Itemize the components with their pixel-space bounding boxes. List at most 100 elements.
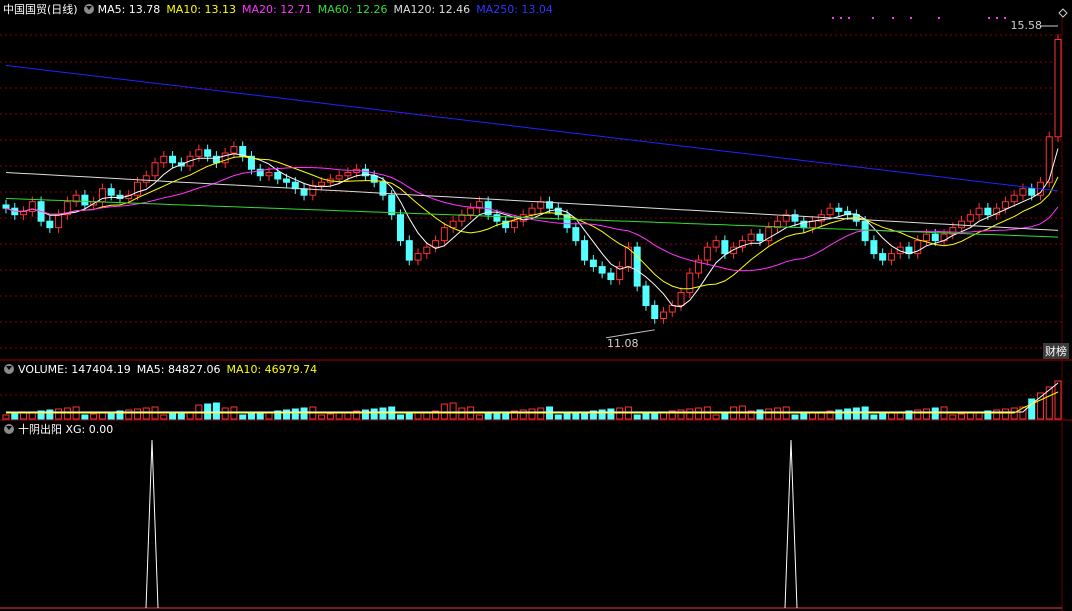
volume-bar-up bbox=[20, 412, 28, 420]
candle-up bbox=[1054, 38, 1062, 138]
volume-bar-down bbox=[493, 412, 501, 420]
candle-up bbox=[414, 253, 422, 261]
indicator-label: 十阴出阳 XG: 0.00 bbox=[18, 423, 114, 436]
candle-down bbox=[107, 188, 115, 196]
volume-bar-down bbox=[256, 412, 264, 420]
volume-bar-up bbox=[98, 412, 106, 420]
marker-dot bbox=[910, 17, 912, 19]
marker-dot bbox=[938, 17, 940, 19]
xg-signal-spike bbox=[784, 439, 798, 609]
low-price-label: 11.08 bbox=[607, 337, 639, 350]
candle-up bbox=[975, 207, 983, 216]
candle-up bbox=[966, 214, 974, 222]
candle-up bbox=[826, 207, 834, 216]
candle-down bbox=[397, 214, 404, 242]
volume-label: VOLUME: 147404.19 bbox=[18, 362, 131, 376]
volume-ma10-label: MA10: 46979.74 bbox=[226, 362, 318, 376]
volume-ma5-label: MA5: 84827.06 bbox=[136, 362, 221, 376]
volume-bar-down bbox=[291, 408, 299, 420]
candle-up bbox=[1001, 201, 1009, 209]
volume-bar-up bbox=[914, 409, 922, 420]
volume-bar-down bbox=[11, 413, 19, 420]
volume-bar-up bbox=[686, 408, 694, 420]
candle-down bbox=[300, 188, 308, 196]
volume-bar-down bbox=[397, 414, 404, 420]
volume-bar-down bbox=[572, 412, 580, 420]
volume-bar-down bbox=[844, 408, 852, 420]
candle-up bbox=[423, 246, 431, 255]
volume-bar-down bbox=[177, 412, 185, 420]
candle-up bbox=[809, 220, 817, 229]
candle-down bbox=[405, 240, 413, 261]
volume-bar-down bbox=[247, 413, 255, 420]
volume-bar-up bbox=[1054, 380, 1062, 420]
volume-bar-up bbox=[677, 409, 685, 420]
candle-down bbox=[46, 220, 54, 229]
candle-down bbox=[642, 285, 650, 307]
candle-up bbox=[160, 155, 168, 164]
candle-down bbox=[756, 233, 764, 242]
candle-up bbox=[432, 240, 440, 248]
candle-down bbox=[879, 253, 887, 261]
candle-up bbox=[55, 214, 63, 229]
volume-bar-up bbox=[326, 413, 334, 420]
volume-bar-up bbox=[160, 414, 168, 420]
indicator-dropdown-icon[interactable] bbox=[4, 424, 14, 434]
candle-down bbox=[493, 214, 501, 222]
volume-dropdown-icon[interactable] bbox=[4, 364, 14, 374]
candle-up bbox=[703, 246, 711, 261]
volume-bar-up bbox=[414, 412, 422, 420]
candle-down bbox=[589, 259, 597, 268]
candle-up bbox=[686, 272, 694, 294]
volume-bar-down bbox=[642, 413, 650, 420]
candle-up bbox=[20, 210, 28, 216]
candle-down bbox=[931, 233, 939, 242]
candle-up bbox=[677, 292, 685, 307]
volume-bar-down bbox=[651, 412, 659, 420]
settings-dropdown-icon[interactable] bbox=[83, 4, 94, 14]
volume-bar-down bbox=[598, 409, 606, 420]
candle-down bbox=[721, 240, 729, 255]
volume-bar-up bbox=[90, 413, 98, 420]
candle-up bbox=[923, 233, 930, 242]
volume-bar-up bbox=[318, 414, 326, 420]
volume-bar-down bbox=[169, 413, 177, 420]
volume-bar-down bbox=[563, 413, 571, 420]
volume-bar-up bbox=[125, 409, 133, 420]
candle-down bbox=[835, 207, 843, 212]
volume-bar-down bbox=[607, 408, 615, 420]
volume-bar-down bbox=[239, 414, 247, 420]
ma10-label: MA10: 13.13 bbox=[166, 2, 237, 16]
ma120-line bbox=[5, 172, 1059, 231]
candle-down bbox=[598, 266, 606, 274]
candle-up bbox=[440, 227, 448, 242]
candle-up bbox=[344, 172, 352, 177]
candle-up bbox=[1019, 188, 1027, 196]
candle-down bbox=[651, 305, 659, 320]
volume-bar-up bbox=[887, 412, 895, 420]
volume-bar-down bbox=[721, 413, 729, 420]
volume-bar-up bbox=[958, 413, 966, 420]
marker-dot bbox=[840, 17, 842, 19]
ma250-line bbox=[5, 64, 1059, 192]
volume-bar-down bbox=[554, 414, 562, 420]
caibang-badge[interactable]: 财榜 bbox=[1043, 343, 1069, 359]
candle-down bbox=[984, 207, 992, 216]
volume-header: VOLUME: 147404.19 MA5: 84827.06 MA10: 46… bbox=[0, 360, 323, 378]
candle-up bbox=[195, 149, 203, 157]
volume-bar-down bbox=[283, 409, 291, 420]
candle-up bbox=[537, 201, 545, 209]
ma60-label: MA60: 12.26 bbox=[317, 2, 388, 16]
volume-bar-up bbox=[949, 414, 957, 420]
candle-down bbox=[283, 178, 291, 183]
candle-up bbox=[528, 207, 536, 216]
indicator-header: 十阴出阳 XG: 0.00 bbox=[0, 420, 119, 438]
volume-bar-up bbox=[923, 408, 930, 420]
volume-bar-down bbox=[633, 414, 641, 420]
volume-bar-down bbox=[46, 409, 54, 420]
candle-down bbox=[870, 240, 878, 255]
volume-bar-down bbox=[879, 413, 887, 420]
candle-up bbox=[335, 175, 343, 180]
candle-up bbox=[712, 240, 720, 248]
volume-bar-down bbox=[870, 414, 878, 420]
